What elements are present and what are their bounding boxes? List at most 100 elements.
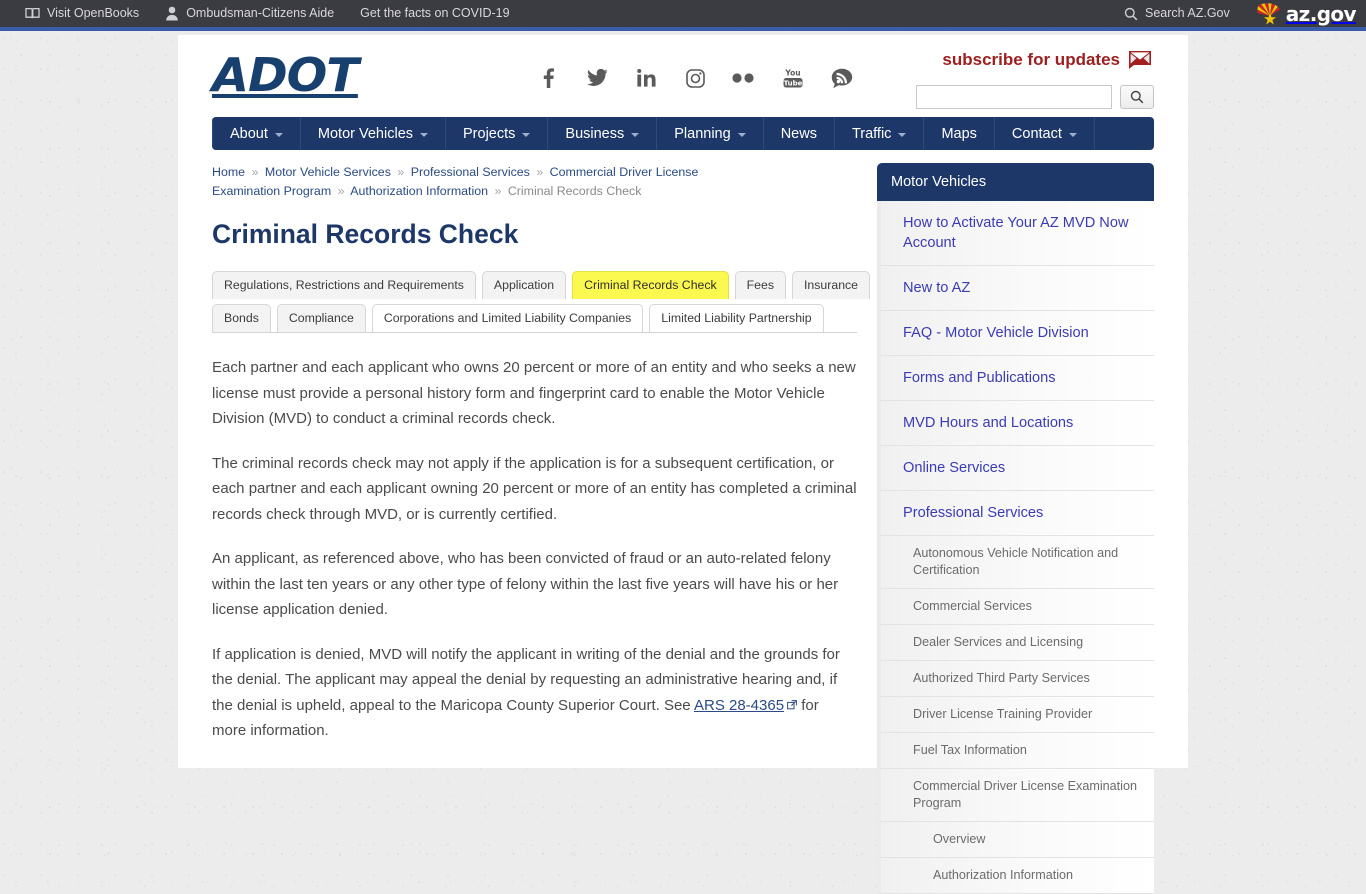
sidebar-item-activate-az-mvd-now[interactable]: How to Activate Your AZ MVD Now Account (877, 201, 1154, 266)
nav-item-maps[interactable]: Maps (924, 117, 995, 150)
state-link-label: Visit OpenBooks (47, 6, 140, 21)
youtube-icon[interactable]: You Tube (780, 67, 806, 89)
chevron-down-icon (274, 132, 283, 137)
tab-insurance[interactable]: Insurance (792, 271, 871, 300)
breadcrumb-separator: » (494, 183, 502, 198)
state-top-bar: Visit OpenBooks Ombudsman-Citizens Aide … (0, 0, 1366, 31)
state-link-covid19[interactable]: Get the facts on COVID-19 (347, 7, 522, 20)
nav-item-planning[interactable]: Planning (657, 117, 764, 150)
search-icon (1130, 90, 1144, 104)
tab-application[interactable]: Application (481, 271, 567, 300)
site-header: ADOT You Tube subscribe for updates (203, 35, 1163, 117)
chevron-down-icon (1068, 132, 1077, 137)
breadcrumb-item-motor-vehicle-services[interactable]: Motor Vehicle Services (265, 165, 391, 179)
sidebar-item-authorized-third-party-services[interactable]: Authorized Third Party Services (877, 661, 1154, 697)
sidebar-item-online-services[interactable]: Online Services (877, 446, 1154, 491)
search-input[interactable] (916, 85, 1112, 109)
sidebar-item-new-to-az[interactable]: New to AZ (877, 266, 1154, 311)
sidebar-item-cdl-examination-program[interactable]: Commercial Driver License Examination Pr… (877, 769, 1154, 822)
nav-item-about[interactable]: About (212, 117, 301, 150)
tab-bonds[interactable]: Bonds (212, 304, 271, 333)
nav-label: Contact (1011, 125, 1062, 142)
breadcrumb: Home » Motor Vehicle Services » Professi… (212, 163, 752, 200)
subscribe-label: subscribe for updates (942, 49, 1120, 69)
book-icon (25, 7, 40, 20)
nav-item-motor-vehicles[interactable]: Motor Vehicles (301, 117, 447, 150)
breadcrumb-separator: » (251, 165, 259, 179)
state-link-label: Ombudsman-Citizens Aide (186, 6, 335, 21)
search-button[interactable] (1120, 85, 1154, 109)
instagram-icon[interactable] (682, 67, 708, 89)
sidebar-item-forms-and-publications[interactable]: Forms and Publications (877, 356, 1154, 401)
search-icon (1124, 7, 1138, 21)
sidebar-item-overview[interactable]: Overview (877, 822, 1154, 858)
sidebar-link-list: How to Activate Your AZ MVD Now Account … (877, 201, 1154, 894)
chevron-down-icon (737, 132, 746, 137)
tab-corporations-limited-liability-companies[interactable]: Corporations and Limited Liability Compa… (371, 304, 644, 333)
tab-limited-liability-partnership[interactable]: Limited Liability Partnership (649, 304, 824, 333)
azgov-logo[interactable]: az.gov (1257, 1, 1357, 26)
tab-regulations-restrictions-requirements[interactable]: Regulations, Restrictions and Requiremen… (212, 271, 476, 300)
sidebar-item-dealer-services-and-licensing[interactable]: Dealer Services and Licensing (877, 625, 1154, 661)
breadcrumb-separator: » (536, 165, 544, 179)
tab-fees[interactable]: Fees (734, 271, 787, 300)
adot-logo[interactable]: ADOT (212, 48, 359, 102)
sidebar-item-authorization-information[interactable]: Authorization Information (877, 858, 1154, 894)
sidebar-item-commercial-services[interactable]: Commercial Services (877, 589, 1154, 625)
sidebar-item-driver-license-training-provider[interactable]: Driver License Training Provider (877, 697, 1154, 733)
body-columns: Home » Motor Vehicle Services » Professi… (203, 163, 1163, 894)
paragraph-4: If application is denied, MVD will notif… (212, 642, 857, 744)
nav-item-business[interactable]: Business (548, 117, 658, 150)
social-links: You Tube (535, 67, 855, 89)
main-navigation: About Motor Vehicles Projects Business P… (212, 117, 1154, 150)
flickr-icon[interactable] (731, 67, 757, 89)
state-link-ombudsman[interactable]: Ombudsman-Citizens Aide (152, 6, 347, 21)
tab-compliance[interactable]: Compliance (276, 304, 366, 333)
facebook-icon[interactable] (535, 67, 561, 89)
chevron-down-icon (898, 132, 907, 137)
linkedin-icon[interactable] (633, 67, 659, 89)
tab-criminal-records-check[interactable]: Criminal Records Check (572, 271, 729, 300)
svg-text:Tube: Tube (784, 79, 803, 87)
breadcrumb-separator: » (337, 183, 345, 198)
blog-icon[interactable] (829, 67, 855, 89)
sidebar-item-professional-services[interactable]: Professional Services (877, 491, 1154, 536)
paragraph-1: Each partner and each applicant who owns… (212, 359, 856, 428)
sidebar-item-mvd-hours-and-locations[interactable]: MVD Hours and Locations (877, 401, 1154, 446)
chevron-down-icon (420, 132, 429, 137)
nav-item-contact[interactable]: Contact (995, 117, 1095, 150)
sidebar-box: Motor Vehicles How to Activate Your AZ M… (877, 163, 1154, 894)
external-link-icon (787, 693, 797, 709)
nav-item-traffic[interactable]: Traffic (835, 117, 925, 150)
breadcrumb-item-authorization-information[interactable]: Authorization Information (350, 184, 488, 198)
state-search-label: Search AZ.Gov (1145, 6, 1230, 21)
nav-label: About (230, 125, 268, 142)
nav-item-news[interactable]: News (764, 117, 835, 150)
envelope-icon (1128, 49, 1154, 70)
sidebar: Motor Vehicles How to Activate Your AZ M… (877, 163, 1154, 894)
sidebar-item-faq-motor-vehicle-division[interactable]: FAQ - Motor Vehicle Division (877, 311, 1154, 356)
nav-item-projects[interactable]: Projects (446, 117, 549, 150)
twitter-icon[interactable] (584, 67, 610, 89)
arizona-flag-icon (1257, 2, 1283, 25)
sidebar-header: Motor Vehicles (877, 163, 1154, 201)
person-icon (165, 6, 179, 21)
sidebar-item-autonomous-vehicle-notification[interactable]: Autonomous Vehicle Notification and Cert… (877, 536, 1154, 589)
paragraph-3: An applicant, as referenced above, who h… (212, 550, 839, 619)
tab-row-1: Regulations, Restrictions and Requiremen… (212, 271, 871, 300)
nav-label: Traffic (851, 125, 892, 142)
content-tabs: Regulations, Restrictions and Requiremen… (212, 271, 871, 334)
svg-text:You: You (784, 69, 800, 78)
state-search-link[interactable]: Search AZ.Gov (1111, 7, 1243, 21)
tab-row-2: Bonds Compliance Corporations and Limite… (212, 304, 857, 333)
sidebar-item-fuel-tax-information[interactable]: Fuel Tax Information (877, 733, 1154, 769)
state-link-openbooks[interactable]: Visit OpenBooks (12, 7, 152, 20)
azgov-logo-text: az.gov (1285, 1, 1357, 26)
ars-28-4365-link[interactable]: ARS 28-4365 (694, 697, 784, 714)
breadcrumb-item-current: Criminal Records Check (507, 183, 642, 198)
breadcrumb-item-home[interactable]: Home (212, 165, 245, 179)
subscribe-for-updates-link[interactable]: subscribe for updates (942, 49, 1154, 70)
page-container: ADOT You Tube subscribe for updates Abou… (178, 35, 1188, 894)
nav-label: Motor Vehicles (317, 125, 414, 142)
breadcrumb-item-professional-services[interactable]: Professional Services (411, 165, 530, 179)
